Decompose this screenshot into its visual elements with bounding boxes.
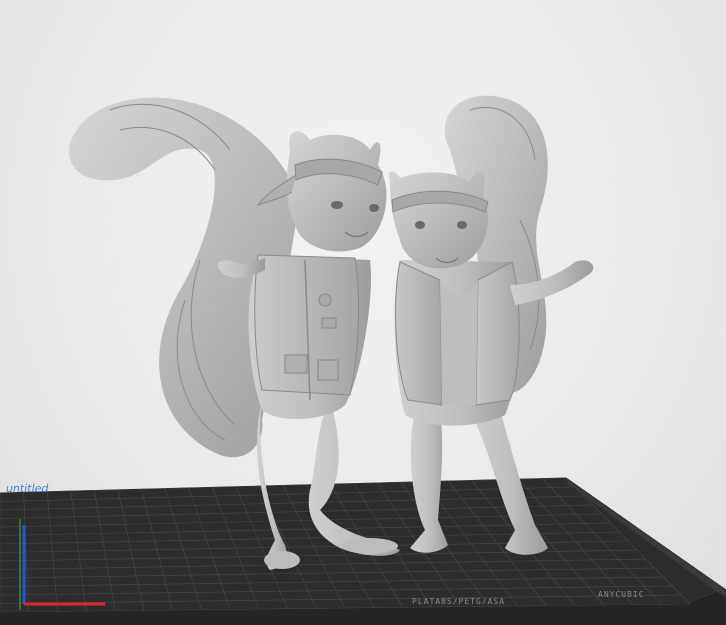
- plate-material-label: PLATABS/PETG/ASA: [412, 597, 506, 606]
- plate-name-label: untitled: [4, 482, 50, 495]
- plate-brand-label: ANYCUBIC: [598, 590, 645, 599]
- 3d-viewport[interactable]: untitled PLATABS/PETG/ASA ANYCUBIC: [0, 0, 726, 625]
- viewport-scene[interactable]: [0, 0, 726, 625]
